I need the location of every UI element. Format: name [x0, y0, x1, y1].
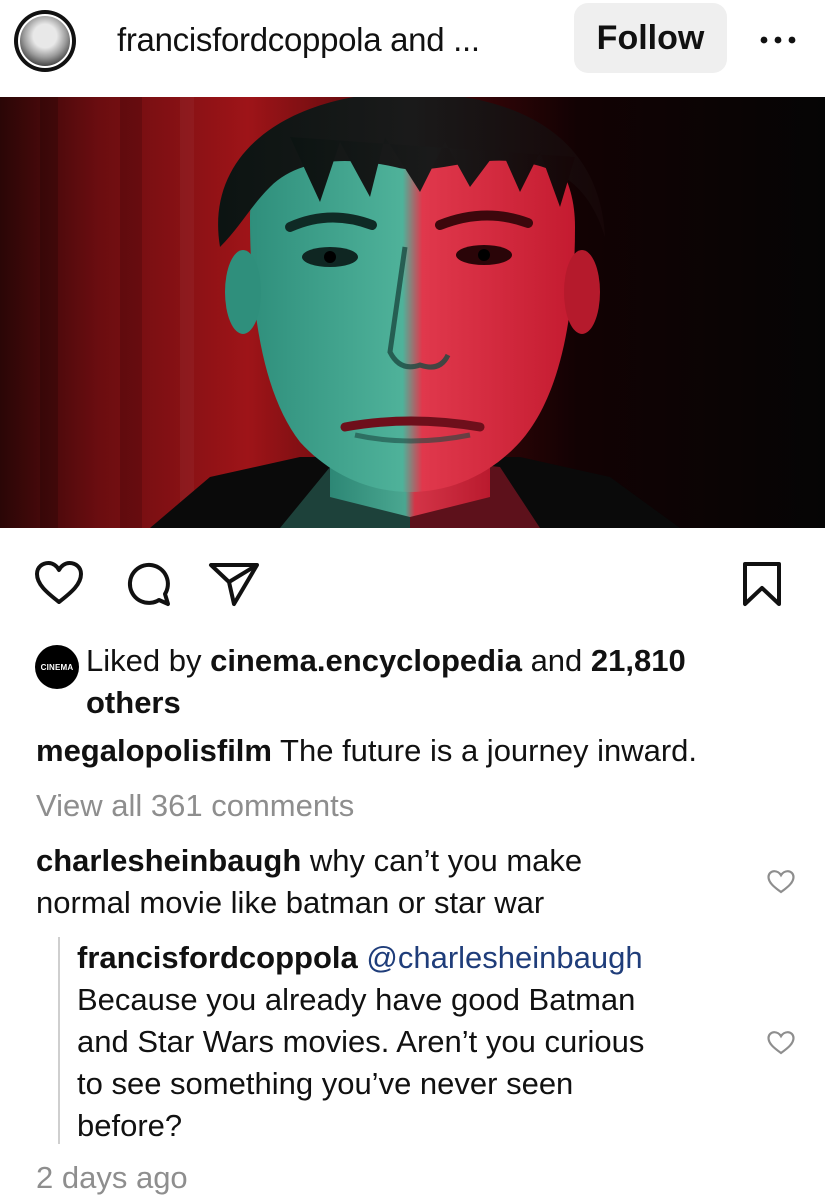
reply-like-heart-icon[interactable]	[766, 1030, 796, 1056]
follow-button[interactable]: Follow	[574, 3, 727, 73]
reply-thread-line	[58, 937, 60, 1144]
caption-username[interactable]: megalopolisfilm	[36, 733, 272, 768]
comment-line-2: normal movie like batman or star war	[36, 885, 545, 920]
likes-line-1: Liked by cinema.encyclopedia and 21,810	[86, 640, 686, 682]
reply-username[interactable]: francisfordcoppola	[77, 940, 358, 975]
avatar-photo	[18, 14, 72, 68]
post-image[interactable]	[0, 97, 825, 528]
reply-mention[interactable]: @charlesheinbaugh	[358, 940, 642, 975]
comment-username[interactable]: charlesheinbaugh	[36, 843, 301, 878]
reply-line-3: and Star Wars movies. Aren’t you curious	[77, 1024, 645, 1059]
comment-line-1: charlesheinbaugh why can’t you make	[36, 840, 582, 882]
caption: megalopolisfilm The future is a journey …	[36, 730, 697, 772]
post-header: francisfordcoppola and ... Follow	[0, 0, 825, 97]
portrait-illustration	[0, 97, 825, 528]
caption-text: The future is a journey inward.	[271, 733, 698, 768]
avatar[interactable]	[14, 10, 76, 72]
bookmark-icon[interactable]	[740, 560, 784, 608]
send-icon[interactable]	[207, 561, 261, 607]
reply-line-5: before?	[77, 1108, 183, 1143]
likes-middle: and	[521, 643, 591, 678]
comment-icon[interactable]	[124, 560, 172, 608]
post-author-username[interactable]: francisfordcoppola and ...	[117, 18, 480, 62]
comment-text: why can’t you make	[301, 843, 583, 878]
reply-line-4: to see something you’ve never seen	[77, 1066, 574, 1101]
likes-prefix: Liked by	[86, 643, 211, 678]
reply-line-2: Because you already have good Batman	[77, 982, 636, 1017]
comment-like-heart-icon[interactable]	[766, 869, 796, 895]
more-horizontal-icon[interactable]	[758, 34, 798, 46]
liker-avatar[interactable]: CINEMA	[35, 645, 79, 689]
post-timestamp: 2 days ago	[36, 1160, 188, 1195]
likes-others[interactable]: others	[86, 682, 181, 724]
liker-username[interactable]: cinema.encyclopedia	[210, 643, 522, 678]
reply-line-1: francisfordcoppola @charlesheinbaugh	[77, 937, 643, 979]
heart-icon[interactable]	[34, 560, 84, 606]
view-all-comments-link[interactable]: View all 361 comments	[36, 785, 354, 827]
likes-count[interactable]: 21,810	[591, 643, 686, 678]
